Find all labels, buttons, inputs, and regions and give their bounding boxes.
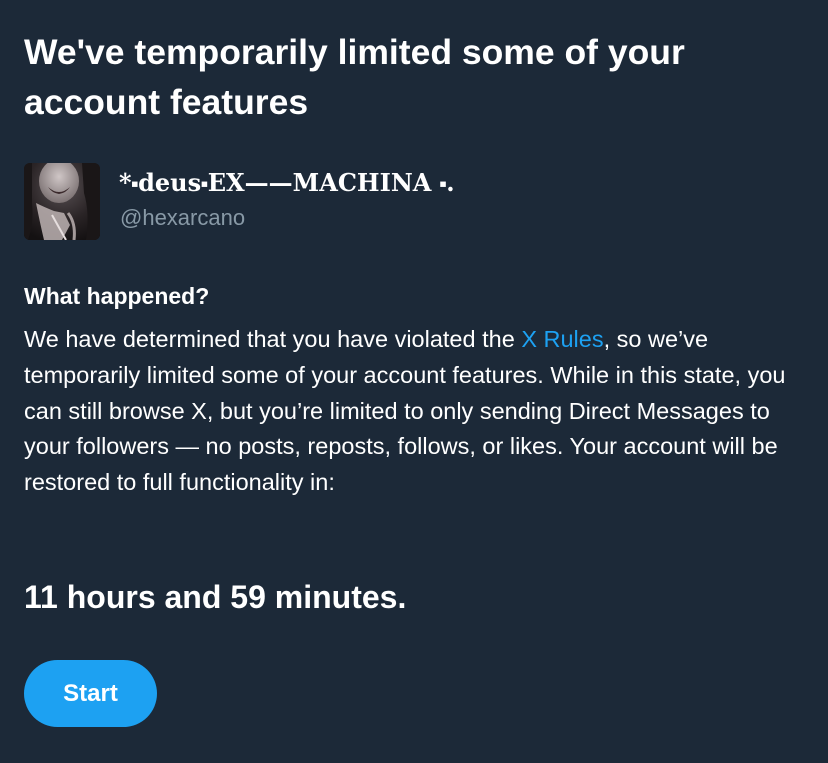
account-card: *⬝deus⬝EX——MACHINA ⬝. @hexarcano [24,163,624,241]
x-rules-link[interactable]: X Rules [521,326,603,352]
display-name: *⬝deus⬝EX——MACHINA ⬝. [119,168,455,197]
username-handle: @hexarcano [120,205,246,230]
restriction-countdown: 11 hours and 59 minutes. [24,579,407,615]
start-button[interactable]: Start [24,660,157,727]
explanation-text: We have determined that you have violate… [24,322,819,501]
avatar [24,163,100,240]
profile-photo-icon [24,163,100,240]
page-title: We've temporarily limited some of your a… [24,32,685,122]
explanation-text-start: We have determined that you have violate… [24,326,522,352]
section-heading: What happened? [24,283,210,309]
